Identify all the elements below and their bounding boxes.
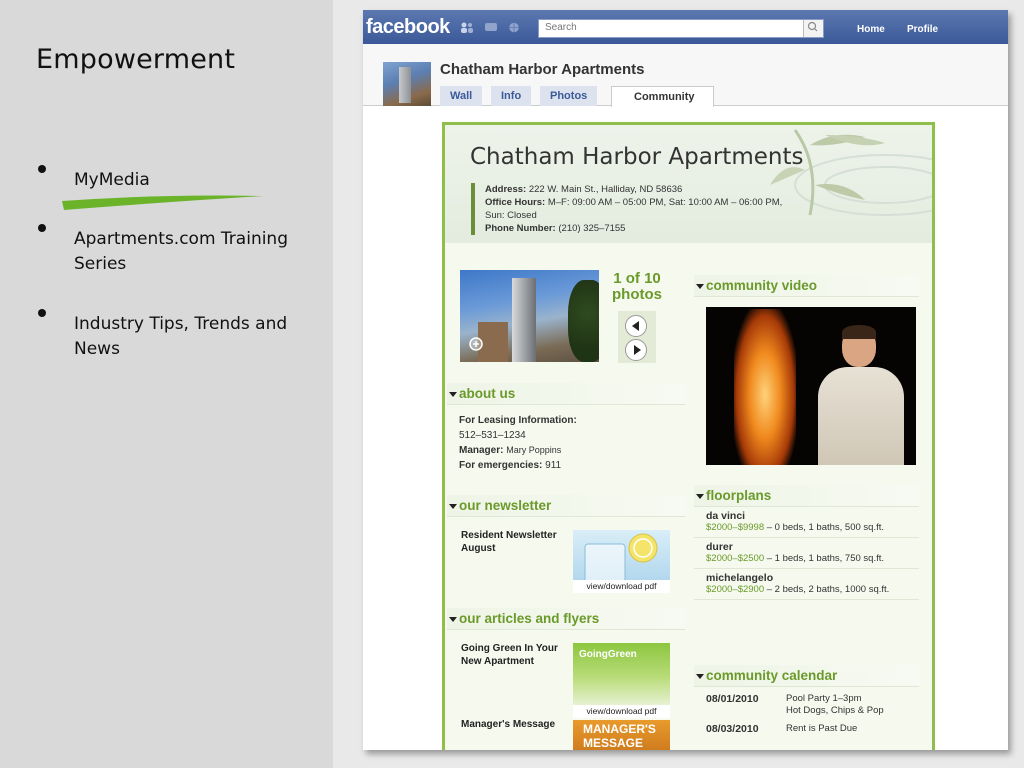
photo-tower [512, 278, 536, 362]
facebook-page-screenshot: facebook Search Home Profile Chatham Har… [363, 10, 1008, 750]
floorplan-details: – 0 beds, 1 baths, 500 sq.ft. [764, 522, 885, 533]
notifications-globe-icon[interactable] [507, 22, 521, 33]
tab-wall[interactable]: Wall [440, 86, 483, 106]
articles-section: our articles and flyers Going Green In Y… [447, 608, 685, 750]
about-us-section: about us For Leasing Information: 512–53… [447, 383, 685, 473]
page-profile-picture[interactable] [383, 62, 431, 106]
article-managers-message-title[interactable]: Manager's Message [461, 718, 561, 731]
floorplan-item[interactable]: michelangelo $2000–$2900 – 2 beds, 2 bat… [694, 569, 919, 600]
calendar-event-line2: Hot Dogs, Chips & Pop [786, 705, 884, 716]
calendar-event[interactable]: 08/03/2010 Rent is Past Due [694, 717, 919, 737]
slide-left-panel: Empowerment MyMedia Apartments.com Train… [0, 0, 333, 768]
articles-heading[interactable]: our articles and flyers [447, 608, 685, 630]
bullet-dot [38, 224, 46, 232]
floorplans-section: floorplans da vinci $2000–$9998 – 0 beds… [694, 485, 919, 600]
manager-name: Mary Poppins [506, 445, 562, 455]
phone-value[interactable]: (210) 325–7155 [558, 223, 625, 234]
widget-header: Chatham Harbor Apartments Address: 222 W… [445, 125, 932, 243]
green-swoosh-underline [62, 195, 264, 210]
facebook-logo[interactable]: facebook [366, 16, 450, 39]
search-icon [807, 21, 818, 32]
address-value: 222 W. Main St., Halliday, ND 58636 [528, 184, 683, 195]
community-widget: Chatham Harbor Apartments Address: 222 W… [442, 122, 935, 750]
calendar-event-desc: Pool Party 1–3pm Hot Dogs, Chips & Pop [786, 693, 884, 717]
calendar-section: community calendar 08/01/2010 Pool Party… [694, 665, 919, 737]
community-calendar-heading[interactable]: community calendar [694, 665, 919, 687]
newsletter-section: our newsletter Resident Newsletter Augus… [447, 495, 685, 593]
page-name[interactable]: Chatham Harbor Apartments [440, 61, 644, 78]
community-video-heading[interactable]: community video [694, 275, 919, 297]
friends-icon[interactable] [460, 22, 474, 33]
tab-photos[interactable]: Photos [540, 86, 598, 106]
floorplan-name: durer [706, 541, 733, 553]
floorplan-item[interactable]: da vinci $2000–$9998 – 0 beds, 1 baths, … [694, 507, 919, 538]
office-hours-label: Office Hours: [485, 197, 546, 208]
bullet-mymedia[interactable]: MyMedia [74, 168, 314, 193]
facebook-top-bar: facebook Search Home Profile [363, 10, 1008, 44]
floorplan-price: $2000–$2500 [706, 553, 765, 564]
bullet-training-series[interactable]: Apartments.com Training Series [74, 227, 314, 277]
bullet-dot [38, 165, 46, 173]
widget-title: Chatham Harbor Apartments [470, 144, 804, 170]
floorplan-price: $2000–$2900 [706, 584, 765, 595]
tab-info[interactable]: Info [491, 86, 532, 106]
slide-title: Empowerment [36, 44, 236, 75]
article-managers-message-thumbnail[interactable]: MANAGER'S MESSAGE [573, 720, 670, 750]
calendar-event-date: 08/03/2010 [706, 723, 759, 735]
article-going-green-thumbnail[interactable]: GoingGreen [573, 643, 670, 705]
gallery-count-number: 1 of 10 [613, 270, 661, 287]
manager-label: Manager: [459, 445, 504, 456]
zoom-icon[interactable] [468, 336, 488, 356]
presenter-body [818, 367, 904, 465]
floorplan-details: – 1 beds, 1 baths, 750 sq.ft. [764, 553, 885, 564]
emergency-number: 911 [545, 460, 562, 471]
video-presenter [814, 325, 906, 465]
gallery-count-unit: photos [612, 286, 662, 303]
gallery-next-button[interactable] [625, 339, 647, 361]
bullet-dot [38, 309, 46, 317]
contact-info-block: Address: 222 W. Main St., Halliday, ND 5… [471, 183, 791, 235]
phone-label: Phone Number: [485, 223, 556, 234]
search-button[interactable] [803, 20, 823, 37]
video-section: community video [694, 275, 919, 297]
calendar-event-line1: Rent is Past Due [786, 723, 858, 734]
floorplan-details: – 2 beds, 2 baths, 1000 sq.ft. [764, 584, 890, 595]
bullet-industry-tips[interactable]: Industry Tips, Trends and News [74, 312, 314, 362]
leasing-label: For Leasing Information: [459, 415, 577, 426]
tab-community[interactable]: Community [611, 86, 714, 107]
search-input[interactable]: Search [538, 19, 824, 38]
article-going-green-title[interactable]: Going Green In Your New Apartment [461, 642, 561, 668]
community-video-player[interactable] [706, 307, 916, 465]
newsletter-heading[interactable]: our newsletter [447, 495, 685, 517]
calendar-event[interactable]: 08/01/2010 Pool Party 1–3pm Hot Dogs, Ch… [694, 687, 919, 717]
gallery-photo[interactable] [460, 270, 599, 362]
page-header: Chatham Harbor Apartments Wall Info Phot… [363, 44, 1008, 107]
gallery-prev-button[interactable] [625, 315, 647, 337]
managers-message-thumb-text: MANAGER'S MESSAGE [583, 722, 656, 750]
nav-home-link[interactable]: Home [857, 24, 885, 35]
nav-profile-link[interactable]: Profile [907, 24, 938, 35]
going-green-thumb-text: GoingGreen [579, 649, 637, 660]
video-fire-scene [734, 309, 796, 465]
floorplan-name: michelangelo [706, 572, 774, 584]
photo-tree [568, 280, 599, 362]
floorplan-item[interactable]: durer $2000–$2500 – 1 beds, 1 baths, 750… [694, 538, 919, 569]
calendar-event-line1: Pool Party 1–3pm [786, 693, 862, 704]
about-us-heading[interactable]: about us [447, 383, 685, 405]
emergency-label: For emergencies: [459, 460, 543, 471]
address-label: Address: [485, 184, 527, 195]
calendar-event-date: 08/01/2010 [706, 693, 759, 705]
gallery-counter: 1 of 10 photos [605, 271, 669, 303]
leasing-phone[interactable]: 512–531–1234 [459, 428, 685, 443]
newsletter-item-title[interactable]: Resident Newsletter August [461, 529, 573, 555]
floorplan-price: $2000–$9998 [706, 522, 765, 533]
floorplans-heading[interactable]: floorplans [694, 485, 919, 507]
presenter-hair [842, 325, 876, 339]
messages-icon[interactable] [484, 22, 498, 33]
newsletter-download-link[interactable]: view/download pdf [573, 580, 670, 593]
floorplan-name: da vinci [706, 510, 746, 522]
article-download-link[interactable]: view/download pdf [573, 705, 670, 718]
